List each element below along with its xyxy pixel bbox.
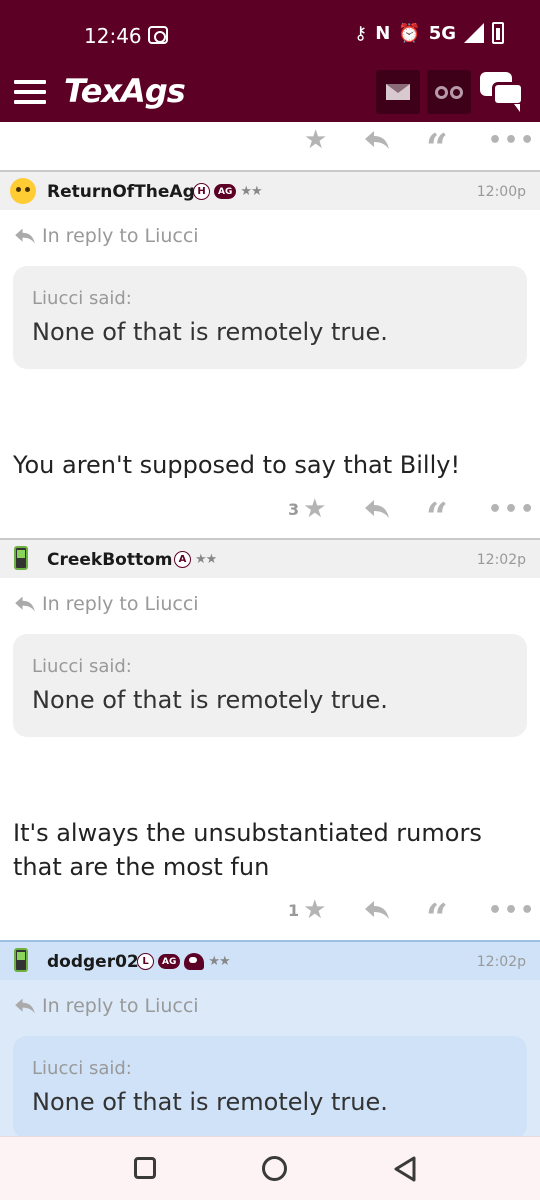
system-nav-bar	[0, 1136, 540, 1200]
status-bar: 12:46 ⚷ N ⏰ 5G	[0, 0, 540, 70]
back-icon	[394, 1156, 416, 1182]
star-button[interactable]: ★	[304, 122, 327, 158]
quote-button[interactable]: “	[426, 899, 448, 937]
binoculars-icon	[435, 85, 463, 99]
reply-icon	[365, 901, 389, 919]
quote-text: None of that is remotely true.	[32, 686, 388, 714]
key-icon: ⚷	[354, 22, 368, 44]
nfc-icon: N	[375, 22, 391, 44]
messages-button[interactable]	[376, 70, 420, 114]
quote-button[interactable]: “	[426, 498, 448, 536]
menu-icon[interactable]	[14, 80, 46, 106]
star-count: 1	[288, 900, 300, 920]
star-button[interactable]: 3 ★	[288, 491, 326, 527]
user-badges: A ★★	[174, 551, 217, 568]
username[interactable]: CreekBottom	[47, 550, 173, 570]
reply-icon	[15, 998, 35, 1014]
reply-icon	[365, 131, 389, 149]
badge-ag: AG	[158, 954, 181, 969]
chat-bubble-tail	[514, 104, 520, 112]
in-reply-to-link[interactable]: In reply to Liucci	[14, 225, 199, 247]
quote-box: Liucci said: None of that is remotely tr…	[13, 1036, 527, 1139]
chat-bubble-back	[492, 82, 524, 106]
quote-author: Liucci said:	[32, 1058, 132, 1079]
user-stars: ★★	[195, 552, 217, 567]
post-actions: 3 ★ “ •••	[0, 491, 540, 536]
star-icon: ★	[303, 895, 327, 925]
star-button[interactable]: 1 ★	[288, 892, 326, 928]
watch-button[interactable]	[427, 70, 471, 114]
in-reply-to-link[interactable]: In reply to Liucci	[14, 995, 199, 1017]
helmet-badge-icon	[184, 953, 205, 970]
more-button[interactable]: •••	[488, 122, 536, 158]
quote-author: Liucci said:	[32, 288, 132, 309]
more-button[interactable]: •••	[488, 491, 536, 527]
user-stars: ★★	[208, 954, 230, 969]
navbar: TexAgs	[0, 68, 540, 122]
back-button[interactable]	[392, 1155, 418, 1187]
avatar[interactable]	[10, 178, 36, 204]
post-time: 12:00p	[476, 184, 526, 200]
reply-to-text: In reply to Liucci	[42, 995, 199, 1017]
reply-button[interactable]	[364, 892, 390, 928]
status-icons: ⚷ N ⏰ 5G	[354, 22, 504, 44]
battery-icon	[492, 22, 504, 44]
signal-icon	[464, 23, 484, 43]
quote-box: Liucci said: None of that is remotely tr…	[13, 634, 527, 737]
network-label: 5G	[428, 22, 456, 44]
user-badges: L AG ★★	[137, 953, 231, 970]
user-stars: ★★	[240, 184, 262, 199]
alarm-icon: ⏰	[398, 22, 421, 44]
post-header: ReturnOfTheAg H AG ★★ 12:00p	[0, 170, 540, 210]
post-header: dodger02 L AG ★★ 12:02p	[0, 940, 540, 980]
post-actions: 1 ★ “ •••	[0, 892, 540, 937]
user-badges: H AG ★★	[193, 183, 263, 200]
post-actions: ★ “ •••	[0, 122, 540, 167]
reply-button[interactable]	[364, 491, 390, 527]
mail-icon	[386, 84, 410, 100]
post-body: You aren't supposed to say that Billy!	[13, 451, 461, 479]
recent-apps-button[interactable]	[134, 1157, 156, 1179]
reply-button[interactable]	[364, 122, 390, 158]
post-time: 12:02p	[476, 954, 526, 970]
star-icon: ★	[303, 494, 327, 524]
badge-a: A	[174, 551, 191, 568]
site-logo[interactable]: TexAgs	[64, 72, 186, 110]
chat-button[interactable]	[480, 72, 526, 114]
reply-icon	[365, 500, 389, 518]
badge-ag: AG	[214, 184, 237, 199]
post-time: 12:02p	[476, 552, 526, 568]
reply-to-text: In reply to Liucci	[42, 593, 199, 615]
reply-icon	[15, 596, 35, 612]
app-header: 12:46 ⚷ N ⏰ 5G TexAgs	[0, 0, 540, 122]
reply-icon	[15, 228, 35, 244]
username[interactable]: ReturnOfTheAg	[47, 182, 195, 202]
username[interactable]: dodger02	[47, 952, 139, 972]
quote-author: Liucci said:	[32, 656, 132, 677]
quote-box: Liucci said: None of that is remotely tr…	[13, 266, 527, 369]
quote-text: None of that is remotely true.	[32, 318, 388, 346]
quote-text: None of that is remotely true.	[32, 1088, 388, 1116]
badge-l: L	[137, 953, 154, 970]
status-time: 12:46	[84, 24, 142, 48]
badge-h: H	[193, 183, 210, 200]
home-button[interactable]	[262, 1156, 287, 1181]
post-header: CreekBottom A ★★ 12:02p	[0, 538, 540, 578]
post-body: It's always the unsubstantiated rumors t…	[13, 819, 482, 881]
star-count: 3	[288, 499, 300, 519]
reply-to-text: In reply to Liucci	[42, 225, 199, 247]
in-reply-to-link[interactable]: In reply to Liucci	[14, 593, 199, 615]
quote-button[interactable]: “	[426, 129, 448, 167]
screen-record-icon	[148, 26, 168, 44]
avatar[interactable]	[14, 546, 28, 570]
more-button[interactable]: •••	[488, 892, 536, 928]
avatar[interactable]	[14, 948, 28, 972]
